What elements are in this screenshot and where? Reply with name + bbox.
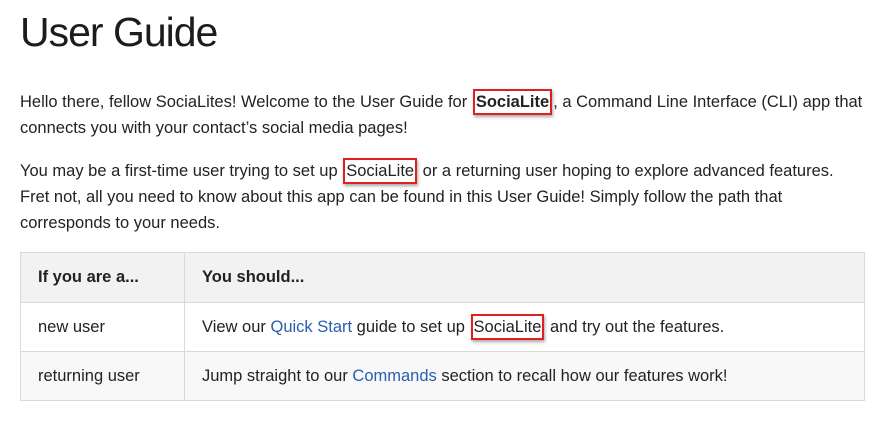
cell-text: Jump straight to our — [202, 366, 353, 385]
page-title: User Guide — [20, 9, 218, 55]
socialite-highlight: SociaLite — [343, 158, 418, 184]
intro-paragraph: Hello there, fellow SociaLites! Welcome … — [20, 89, 865, 141]
header-user-type: If you are a... — [20, 252, 185, 303]
header-action: You should... — [184, 252, 865, 303]
cell-user-type: new user — [20, 302, 185, 352]
cell-text: section to recall how our features work! — [436, 366, 728, 385]
intro-text-start: Hello there, fellow SociaLites! Welcome … — [20, 93, 472, 111]
user-path-table: If you are a... You should... new user V… — [20, 252, 865, 401]
cell-action: Jump straight to our Commands section to… — [184, 351, 865, 401]
guidance-paragraph: You may be a first-time user trying to s… — [20, 158, 865, 236]
socialite-highlight: SociaLite — [472, 89, 553, 115]
socialite-highlight: SociaLite — [470, 314, 545, 340]
guidance-text-start: You may be a first-time user trying to s… — [20, 162, 343, 180]
cell-action: View our Quick Start guide to set up Soc… — [184, 302, 865, 352]
table-header-row: If you are a... You should... — [20, 252, 865, 303]
table-row: new user View our Quick Start guide to s… — [20, 302, 865, 352]
cell-text: View our — [202, 318, 271, 336]
table-row: returning user Jump straight to our Comm… — [20, 351, 865, 401]
cell-text: guide to set up — [352, 318, 470, 336]
commands-link[interactable]: Commands — [352, 367, 436, 385]
cell-user-type: returning user — [20, 351, 185, 401]
quick-start-link[interactable]: Quick Start — [270, 318, 352, 336]
user-guide-page: User Guide Hello there, fellow SociaLite… — [20, 0, 865, 401]
cell-text: and try out the features. — [545, 318, 725, 336]
